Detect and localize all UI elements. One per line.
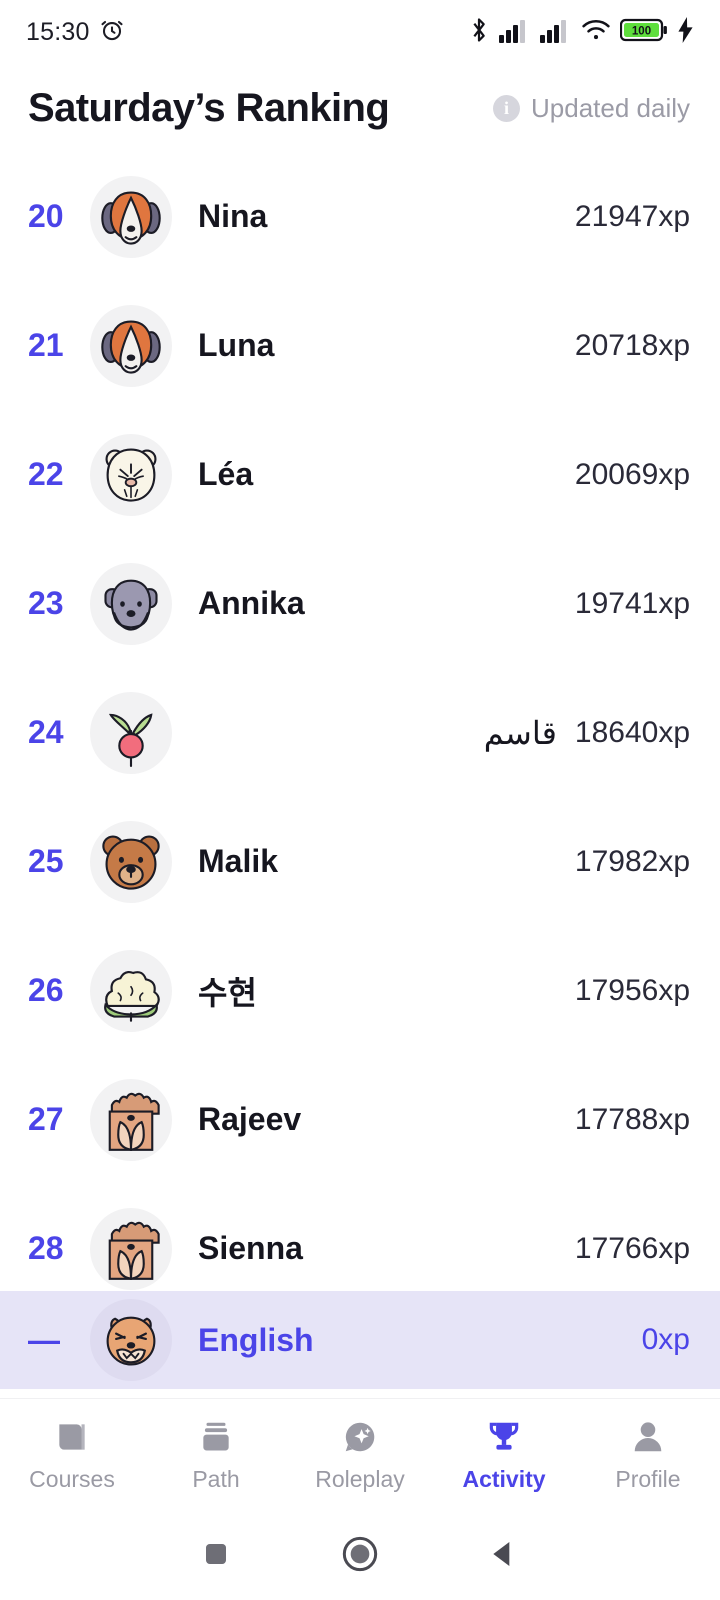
battery-icon: 100 xyxy=(619,17,668,48)
stack-icon xyxy=(197,1415,235,1459)
current-user-row[interactable]: — English 0xp xyxy=(0,1291,720,1389)
table-row[interactable]: 22 Léa 20069xp xyxy=(0,410,720,539)
leaderboard-list[interactable]: 20 Nina 21947xp 21 Luna 20718xp 22 Léa 2… xyxy=(0,152,720,1292)
beagle-dog-avatar xyxy=(90,175,172,258)
user-name: Sienna xyxy=(198,1230,303,1266)
info-icon: i xyxy=(493,94,520,122)
user-name: Nina xyxy=(198,198,268,234)
tab-label: Path xyxy=(192,1465,240,1492)
table-row[interactable]: 25 Malik 17982xp xyxy=(0,797,720,926)
rank-number: 24 xyxy=(28,714,64,750)
rank-number: 23 xyxy=(28,585,64,621)
tab-profile[interactable]: Profile xyxy=(576,1415,720,1493)
rank-number: 28 xyxy=(28,1230,64,1266)
tab-label: Roleplay xyxy=(315,1465,405,1492)
wifi-icon xyxy=(581,18,611,47)
user-xp: 20069xp xyxy=(574,457,690,491)
radish-avatar xyxy=(90,691,172,774)
rank-number: 27 xyxy=(28,1101,64,1137)
trophy-icon xyxy=(485,1415,523,1459)
user-name: Luna xyxy=(198,327,275,363)
signal-bars-icon xyxy=(540,17,572,48)
tab-courses[interactable]: Courses xyxy=(0,1415,144,1493)
status-bar-left: 15:30 xyxy=(26,17,125,48)
user-xp: 20718xp xyxy=(574,328,690,362)
user-name: Léa xyxy=(198,456,254,492)
status-bar: 15:30 100 xyxy=(0,0,720,64)
fluffy-dog-avatar xyxy=(90,1207,172,1290)
user-name: 수현 xyxy=(198,974,257,1011)
tab-activity[interactable]: Activity xyxy=(432,1415,576,1493)
rank-number: 21 xyxy=(28,327,64,363)
android-navigation-bar xyxy=(0,1508,720,1600)
updated-daily-note[interactable]: i Updated daily xyxy=(493,93,690,124)
status-bar-clock: 15:30 xyxy=(26,17,90,46)
circle-home-icon[interactable] xyxy=(288,1534,432,1574)
page-title: Saturday’s Ranking xyxy=(28,85,390,130)
book-icon xyxy=(53,1415,91,1459)
bear-avatar xyxy=(90,820,172,903)
alarm-icon xyxy=(99,17,125,48)
chat-spark-icon xyxy=(341,1415,379,1459)
page-header: Saturday’s Ranking i Updated daily xyxy=(0,64,720,152)
table-row[interactable]: 26 수현 17956xp xyxy=(0,926,720,1055)
bluetooth-icon xyxy=(468,16,490,49)
user-name: Annika xyxy=(198,585,305,621)
table-row[interactable]: 21 Luna 20718xp xyxy=(0,281,720,410)
table-row[interactable]: 24 قاسم 18640xp xyxy=(0,668,720,797)
user-xp: 17956xp xyxy=(574,973,690,1007)
square-recents-icon[interactable] xyxy=(144,1539,288,1569)
person-icon xyxy=(629,1415,667,1459)
user-name: English xyxy=(198,1321,314,1358)
tab-label: Profile xyxy=(615,1465,681,1492)
beagle-dog-avatar xyxy=(90,304,172,387)
cauliflower-avatar xyxy=(90,949,172,1032)
app-screen: 15:30 100 Saturday’s Ranking i Updated d… xyxy=(0,0,720,1600)
table-row[interactable]: 23 Annika 19741xp xyxy=(0,539,720,668)
fluffy-dog-avatar xyxy=(90,1078,172,1161)
user-xp: 17788xp xyxy=(574,1102,690,1136)
tab-path[interactable]: Path xyxy=(144,1415,288,1493)
user-xp: 17982xp xyxy=(574,844,690,878)
user-xp: 19741xp xyxy=(574,586,690,620)
rank-number: 22 xyxy=(28,456,64,492)
user-xp: 17766xp xyxy=(574,1231,690,1265)
user-xp: 21947xp xyxy=(574,199,690,233)
svg-text:100: 100 xyxy=(632,25,651,37)
user-name: Rajeev xyxy=(198,1101,302,1137)
rank-number: — xyxy=(28,1321,60,1358)
grey-dog-avatar xyxy=(90,562,172,645)
charging-bolt-icon xyxy=(677,16,694,48)
tab-label: Activity xyxy=(462,1465,546,1492)
triangle-back-icon[interactable] xyxy=(432,1538,576,1570)
lion-cat-avatar xyxy=(90,1299,172,1381)
updated-daily-label: Updated daily xyxy=(531,92,690,123)
table-row[interactable]: 28 Sienna 17766xp xyxy=(0,1184,720,1292)
hamster-avatar xyxy=(90,433,172,516)
user-xp: 0xp xyxy=(641,1323,690,1356)
table-row[interactable]: 20 Nina 21947xp xyxy=(0,152,720,281)
user-xp: 18640xp xyxy=(574,715,690,749)
signal-bars-icon xyxy=(499,17,531,48)
rank-number: 26 xyxy=(28,972,64,1008)
bottom-tab-bar: Courses Path Roleplay Activity Profile xyxy=(0,1398,720,1508)
rank-number: 25 xyxy=(28,843,64,879)
tab-roleplay[interactable]: Roleplay xyxy=(288,1415,432,1493)
table-row[interactable]: 27 Rajeev 17788xp xyxy=(0,1055,720,1184)
user-name: Malik xyxy=(198,843,279,879)
user-name: قاسم xyxy=(483,714,557,751)
status-bar-right: 100 xyxy=(468,16,694,49)
tab-label: Courses xyxy=(29,1465,115,1492)
rank-number: 20 xyxy=(28,198,64,234)
